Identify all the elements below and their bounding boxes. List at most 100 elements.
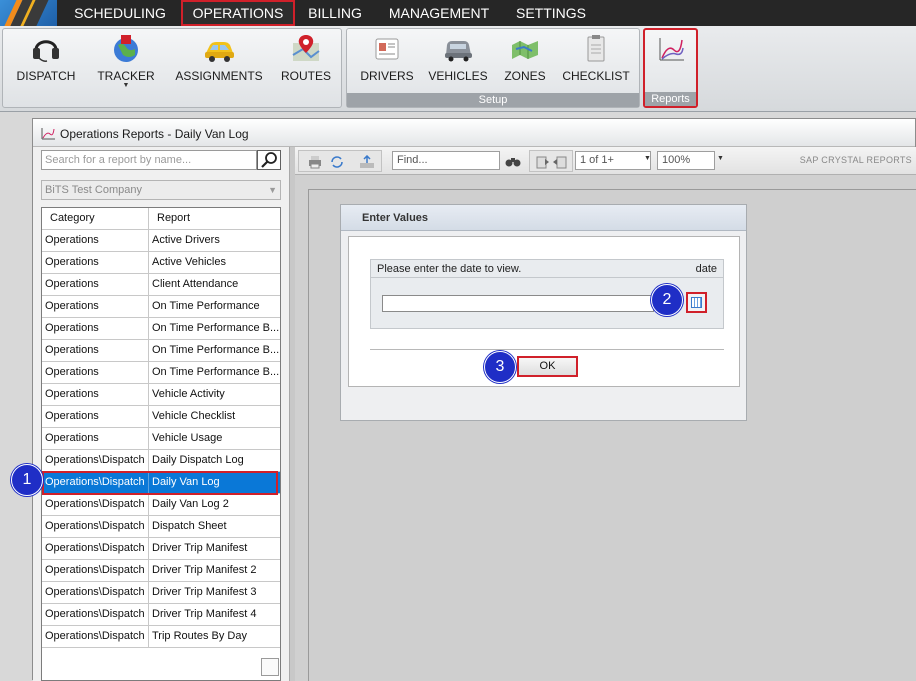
table-row[interactable]: Operations\Dispatch Daily Van Log 2	[42, 494, 280, 516]
reports-button[interactable]: Reports	[643, 28, 698, 108]
page-selector[interactable]: 1 of 1+	[575, 151, 651, 170]
menu-settings[interactable]: SETTINGS	[506, 0, 596, 26]
table-row[interactable]: Operations\Dispatch Daily Dispatch Log	[42, 450, 280, 472]
ok-button[interactable]: OK	[517, 356, 578, 377]
table-row[interactable]: Operations Active Drivers	[42, 230, 280, 252]
search-button[interactable]	[257, 150, 281, 170]
cell-report: Active Drivers	[152, 234, 220, 246]
zoom-select[interactable]: 100%	[657, 151, 715, 170]
app-logo[interactable]	[0, 0, 57, 26]
step-badge-2: 2	[651, 284, 683, 316]
cell-report: Daily Dispatch Log	[152, 454, 244, 466]
reports-group-label: Reports	[645, 92, 696, 106]
cell-report: Dispatch Sheet	[152, 520, 227, 532]
export-icon[interactable]	[359, 154, 375, 169]
assignments-button[interactable]: ASSIGNMENTS	[173, 33, 265, 93]
menu-management[interactable]: MANAGEMENT	[380, 0, 498, 26]
print-icon[interactable]	[307, 155, 323, 169]
table-row[interactable]: Operations On Time Performance B...	[42, 362, 280, 384]
cell-report: Driver Trip Manifest 4	[152, 608, 257, 620]
cell-category: Operations\Dispatch	[42, 494, 149, 516]
zones-button[interactable]: ZONES	[497, 33, 553, 93]
grid-resize-corner[interactable]	[261, 658, 279, 676]
refresh-icon[interactable]	[329, 155, 345, 169]
cell-report: On Time Performance B...	[152, 322, 280, 334]
table-row[interactable]: Operations Vehicle Checklist	[42, 406, 280, 428]
cell-category: Operations	[42, 428, 149, 450]
table-row[interactable]: Operations\Dispatch Daily Van Log	[42, 472, 280, 494]
binoculars-icon[interactable]	[505, 154, 521, 168]
company-value: BiTS Test Company	[45, 184, 143, 196]
first-page-icon[interactable]	[534, 155, 550, 169]
viewer-toolbar: Find... 1 of 1+ ▼ 100% ▼ SAP CRYSTAL REP…	[295, 147, 916, 175]
dispatch-label: DISPATCH	[16, 69, 76, 83]
menu-operations[interactable]: OPERATIONS	[181, 0, 295, 26]
window-title: Operations Reports - Daily Van Log	[60, 127, 249, 141]
search-icon	[261, 152, 277, 168]
cell-report: On Time Performance B...	[152, 366, 280, 378]
checklist-button[interactable]: CHECKLIST	[557, 33, 635, 93]
clipboard-icon	[579, 33, 613, 63]
previous-page-icon[interactable]	[552, 155, 568, 169]
column-header-category[interactable]: Category	[42, 208, 149, 230]
table-row[interactable]: Operations\Dispatch Dispatch Sheet	[42, 516, 280, 538]
table-row[interactable]: Operations Active Vehicles	[42, 252, 280, 274]
cell-report: Daily Van Log	[152, 476, 220, 488]
table-row[interactable]: Operations\Dispatch Driver Trip Manifest	[42, 538, 280, 560]
table-row[interactable]: Operations Vehicle Usage	[42, 428, 280, 450]
ribbon-group-setup: DRIVERS VEHICLES ZONES CHECKLIST Setup	[346, 28, 640, 108]
calendar-button[interactable]	[686, 292, 707, 313]
step-badge-1: 1	[11, 464, 43, 496]
headset-icon	[29, 33, 63, 63]
table-row[interactable]: Operations\Dispatch Driver Trip Manifest …	[42, 560, 280, 582]
find-input[interactable]: Find...	[392, 151, 500, 170]
table-row[interactable]: Operations On Time Performance	[42, 296, 280, 318]
cell-category: Operations	[42, 274, 149, 296]
cell-report: Daily Van Log 2	[152, 498, 229, 510]
dispatch-button[interactable]: DISPATCH	[11, 33, 81, 93]
zoom-value: 100%	[662, 154, 691, 166]
ribbon: DISPATCH TRACKER ▼ ASSIGNMENTS ROUTES DR…	[0, 26, 916, 112]
company-select[interactable]: BiTS Test Company ▼	[41, 180, 281, 200]
enter-values-dialog: Enter Values Please enter the date to vi…	[340, 204, 747, 421]
cell-category: Operations\Dispatch	[42, 604, 149, 626]
tracker-button[interactable]: TRACKER ▼	[91, 33, 161, 93]
drivers-button[interactable]: DRIVERS	[353, 33, 421, 93]
chevron-down-icon: ▼	[268, 185, 277, 195]
cell-category: Operations\Dispatch	[42, 560, 149, 582]
cell-category: Operations\Dispatch	[42, 472, 149, 494]
vehicles-button[interactable]: VEHICLES	[425, 33, 491, 93]
cell-report: Vehicle Checklist	[152, 410, 236, 422]
van-icon	[441, 33, 475, 63]
cell-report: Vehicle Activity	[152, 388, 225, 400]
chevron-down-icon: ▼	[122, 82, 130, 89]
cell-category: Operations	[42, 296, 149, 318]
divider	[370, 349, 724, 350]
table-row[interactable]: Operations Vehicle Activity	[42, 384, 280, 406]
cell-category: Operations	[42, 230, 149, 252]
report-chart-icon	[41, 127, 55, 140]
table-row[interactable]: Operations\Dispatch Driver Trip Manifest …	[42, 582, 280, 604]
column-header-report[interactable]: Report	[149, 208, 280, 230]
table-row[interactable]: Operations\Dispatch Driver Trip Manifest …	[42, 604, 280, 626]
table-row[interactable]: Operations On Time Performance B...	[42, 318, 280, 340]
table-row[interactable]: Operations On Time Performance B...	[42, 340, 280, 362]
menu-billing[interactable]: BILLING	[298, 0, 372, 26]
table-row[interactable]: Operations\Dispatch Trip Routes By Day	[42, 626, 280, 648]
parameter-prompt: Please enter the date to view.	[377, 263, 522, 275]
table-row[interactable]: Operations Client Attendance	[42, 274, 280, 296]
map-icon	[508, 33, 542, 63]
routes-button[interactable]: ROUTES	[275, 33, 337, 93]
date-input[interactable]	[382, 295, 654, 312]
parameter-type: date	[695, 263, 717, 275]
cell-report: On Time Performance B...	[152, 344, 280, 356]
calendar-icon	[691, 297, 702, 308]
vehicles-label: VEHICLES	[428, 69, 488, 83]
chevron-down-icon: ▼	[644, 155, 651, 162]
cell-category: Operations\Dispatch	[42, 538, 149, 560]
report-search-input[interactable]: Search for a report by name...	[41, 150, 257, 170]
menu-scheduling[interactable]: SCHEDULING	[66, 0, 174, 26]
cell-report: On Time Performance	[152, 300, 260, 312]
routes-label: ROUTES	[280, 69, 331, 83]
page-nav-buttons	[529, 150, 573, 172]
